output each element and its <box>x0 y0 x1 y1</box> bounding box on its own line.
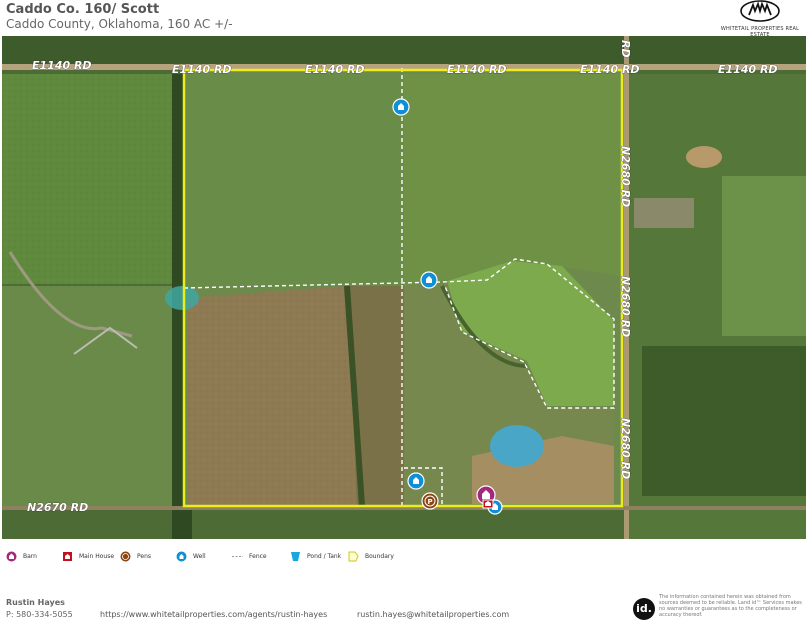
woods-east <box>642 346 806 496</box>
pens-icon: P <box>427 498 432 506</box>
road-label-e1140: E1140 RD <box>172 63 232 76</box>
road-label-n2680: N2680 RD <box>619 418 632 479</box>
road-label-n2680-top: RD <box>619 40 632 58</box>
map-legend: Barn Main House Pens Well Fence Pond / T… <box>0 544 808 568</box>
homestead-east <box>634 198 694 228</box>
field-east <box>722 176 806 336</box>
legend-label: Well <box>193 552 206 560</box>
pasture-northwest <box>188 74 404 288</box>
legend-item-pond: Pond / Tank <box>290 549 341 563</box>
brand-logo: WHITETAIL PROPERTIES REAL ESTATE <box>718 0 802 38</box>
legend-item-main-house: Main House <box>62 549 114 563</box>
pens-icon <box>120 551 131 561</box>
legend-item-pens: Pens <box>120 549 151 563</box>
road-label-n2680: N2680 RD <box>619 276 632 337</box>
legend-label: Boundary <box>365 552 394 560</box>
legend-label: Pens <box>137 552 152 560</box>
agent-footer: Rustin Hayes P: 580-334-5055 https://www… <box>0 594 808 624</box>
agent-phone: P: 580-334-5055 <box>6 610 73 619</box>
road-label-n2670: N2670 RD <box>27 501 88 514</box>
legend-item-well: Well <box>176 549 206 563</box>
crop-field-texture <box>188 286 357 506</box>
north-strip <box>2 36 806 66</box>
map-title: Caddo Co. 160/ Scott <box>6 2 160 17</box>
well-marker[interactable] <box>392 98 410 116</box>
road-label-e1140: E1140 RD <box>580 63 640 76</box>
agent-url-link[interactable]: https://www.whitetailproperties.com/agen… <box>100 610 327 619</box>
pasture-northeast <box>404 74 622 286</box>
legend-item-boundary: Boundary <box>348 549 394 563</box>
main-house-marker[interactable] <box>482 499 494 509</box>
pond-west <box>165 286 199 310</box>
road-label-n2680: N2680 RD <box>619 146 632 207</box>
road-label-e1140-west: E1140 RD <box>32 59 92 72</box>
well-marker[interactable] <box>420 271 438 289</box>
road-label-e1140: E1140 RD <box>447 63 507 76</box>
disclaimer-text: The information contained herein was obt… <box>659 594 802 618</box>
map-canvas: E1140 RD E1140 RD E1140 RD E1140 RD E114… <box>2 36 806 539</box>
bare-patch <box>686 146 722 168</box>
well-icon <box>176 551 187 561</box>
legend-label: Barn <box>23 552 37 560</box>
legend-label: Pond / Tank <box>307 552 342 560</box>
road-label-e1140-east: E1140 RD <box>718 63 778 76</box>
legend-label: Fence <box>249 552 267 560</box>
antlers-logo-icon <box>740 0 780 22</box>
boundary-icon <box>348 551 359 561</box>
map-subtitle: Caddo County, Oklahoma, 160 AC +/- <box>6 17 233 31</box>
pens-marker[interactable]: P <box>421 492 439 510</box>
legend-item-fence: Fence <box>232 549 267 563</box>
pond-icon <box>291 551 300 561</box>
map-header: Caddo Co. 160/ Scott Caddo County, Oklah… <box>0 0 808 38</box>
legend-item-barn: Barn <box>6 549 37 563</box>
aerial-map[interactable]: E1140 RD E1140 RD E1140 RD E1140 RD E114… <box>2 36 806 539</box>
landid-logo-icon: id. <box>633 598 655 620</box>
house-icon <box>63 551 72 561</box>
legend-label: Main House <box>79 552 115 560</box>
fence-icon <box>232 555 243 557</box>
well-marker[interactable] <box>407 472 425 490</box>
pasture-southwest <box>2 286 182 506</box>
agent-email-link[interactable]: rustin.hayes@whitetailproperties.com <box>357 610 509 619</box>
agent-name: Rustin Hayes <box>6 598 65 607</box>
road-label-e1140: E1140 RD <box>305 63 365 76</box>
pond-southeast <box>490 425 544 467</box>
barn-icon <box>6 551 17 561</box>
